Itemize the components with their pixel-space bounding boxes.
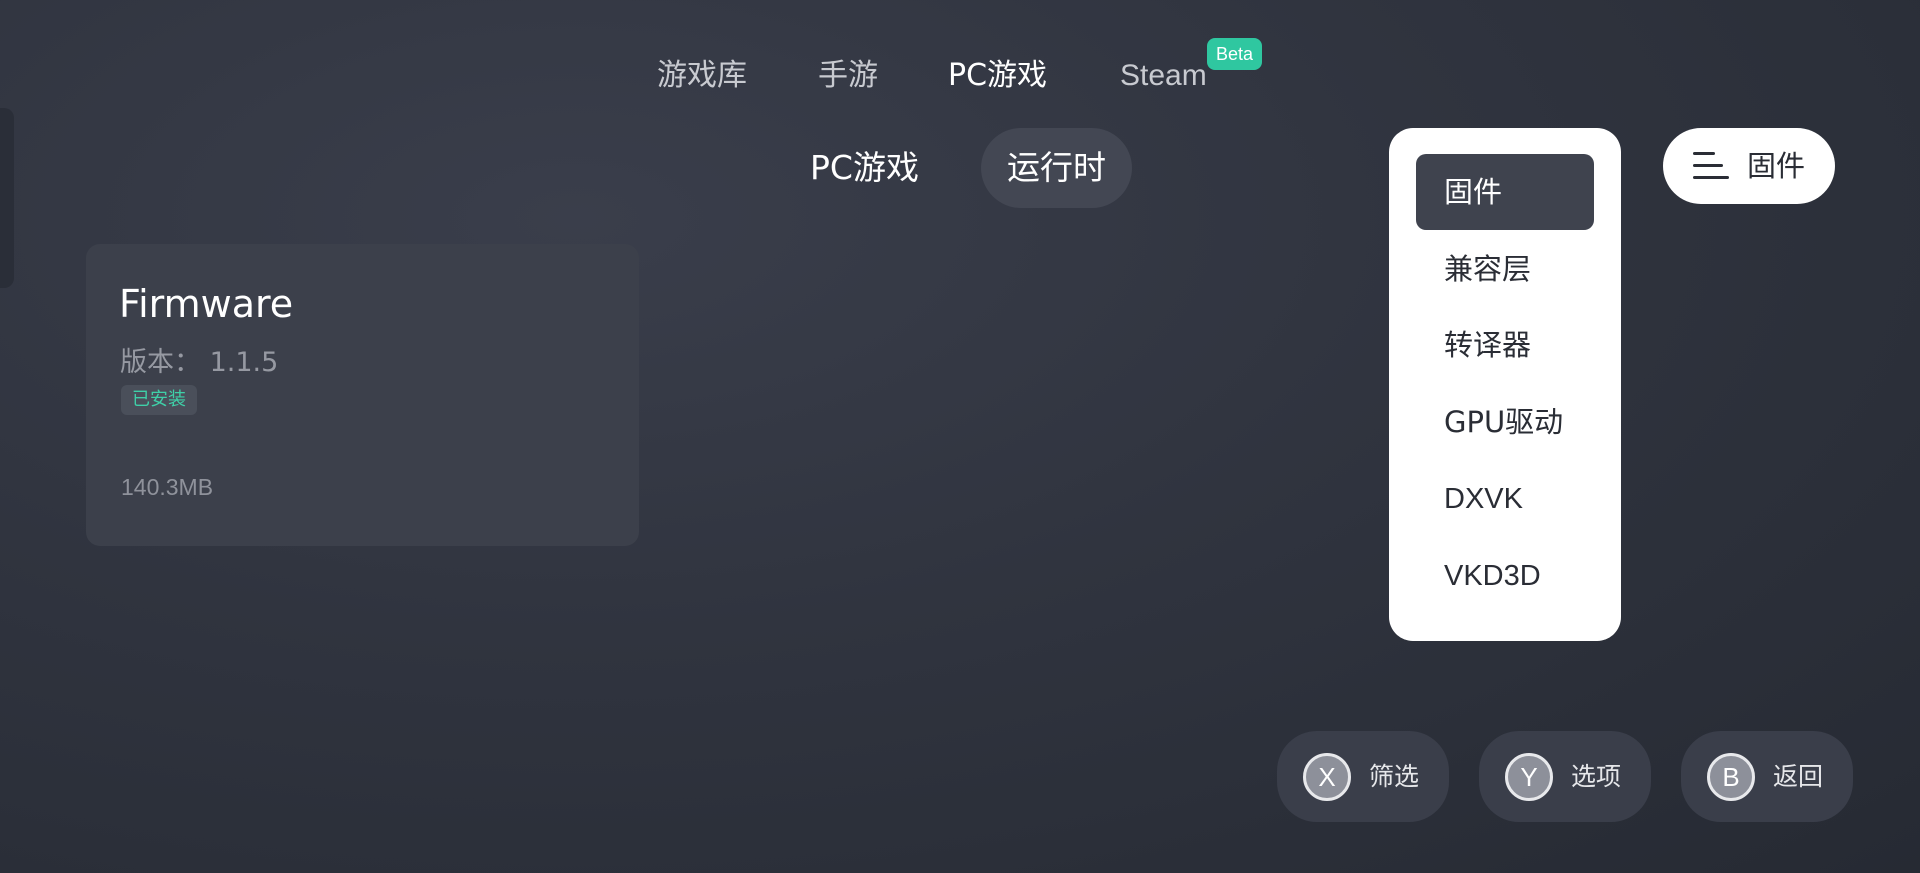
b-key-icon: B	[1707, 753, 1755, 801]
subtab-pc-games[interactable]: PC游戏	[810, 128, 919, 208]
card-size: 140.3MB	[121, 474, 214, 500]
installed-badge: 已安装	[121, 385, 197, 415]
card-version: 版本： 1.1.5	[120, 347, 279, 378]
top-tabs: 游戏库 手游 PC游戏 Steam	[0, 56, 1920, 106]
category-dropdown: 固件 兼容层 转译器 GPU驱动 DXVK VKD3D	[1389, 128, 1621, 641]
dropdown-item-vkd3d[interactable]: VKD3D	[1416, 538, 1594, 614]
tab-steam[interactable]: Steam	[1120, 56, 1207, 96]
tab-game-library[interactable]: 游戏库	[657, 56, 747, 96]
y-key-icon: Y	[1505, 753, 1553, 801]
category-select-label: 固件	[1747, 149, 1806, 183]
filter-label: 筛选	[1369, 762, 1420, 791]
firmware-card[interactable]: Firmware 版本： 1.1.5 已安装 140.3MB	[86, 244, 639, 546]
dropdown-item-translator[interactable]: 转译器	[1416, 307, 1594, 383]
back-button[interactable]: B 返回	[1681, 731, 1853, 822]
tab-pc-games[interactable]: PC游戏	[948, 56, 1047, 96]
tab-mobile-games[interactable]: 手游	[818, 56, 878, 96]
dropdown-item-gpu-driver[interactable]: GPU驱动	[1416, 384, 1594, 460]
card-title: Firmware	[119, 282, 294, 326]
beta-badge: Beta	[1207, 38, 1263, 70]
dropdown-item-compat-layer[interactable]: 兼容层	[1416, 231, 1594, 307]
filter-button[interactable]: X 筛选	[1277, 731, 1449, 822]
options-label: 选项	[1571, 762, 1622, 791]
back-label: 返回	[1773, 762, 1824, 791]
subtab-runtime[interactable]: 运行时	[981, 128, 1132, 208]
category-select-button[interactable]: 固件	[1663, 128, 1835, 204]
side-panel-edge[interactable]	[0, 108, 14, 288]
dropdown-item-dxvk[interactable]: DXVK	[1416, 461, 1594, 537]
dropdown-item-firmware[interactable]: 固件	[1416, 154, 1594, 230]
x-key-icon: X	[1303, 753, 1351, 801]
menu-lines-icon	[1693, 152, 1729, 180]
options-button[interactable]: Y 选项	[1479, 731, 1651, 822]
